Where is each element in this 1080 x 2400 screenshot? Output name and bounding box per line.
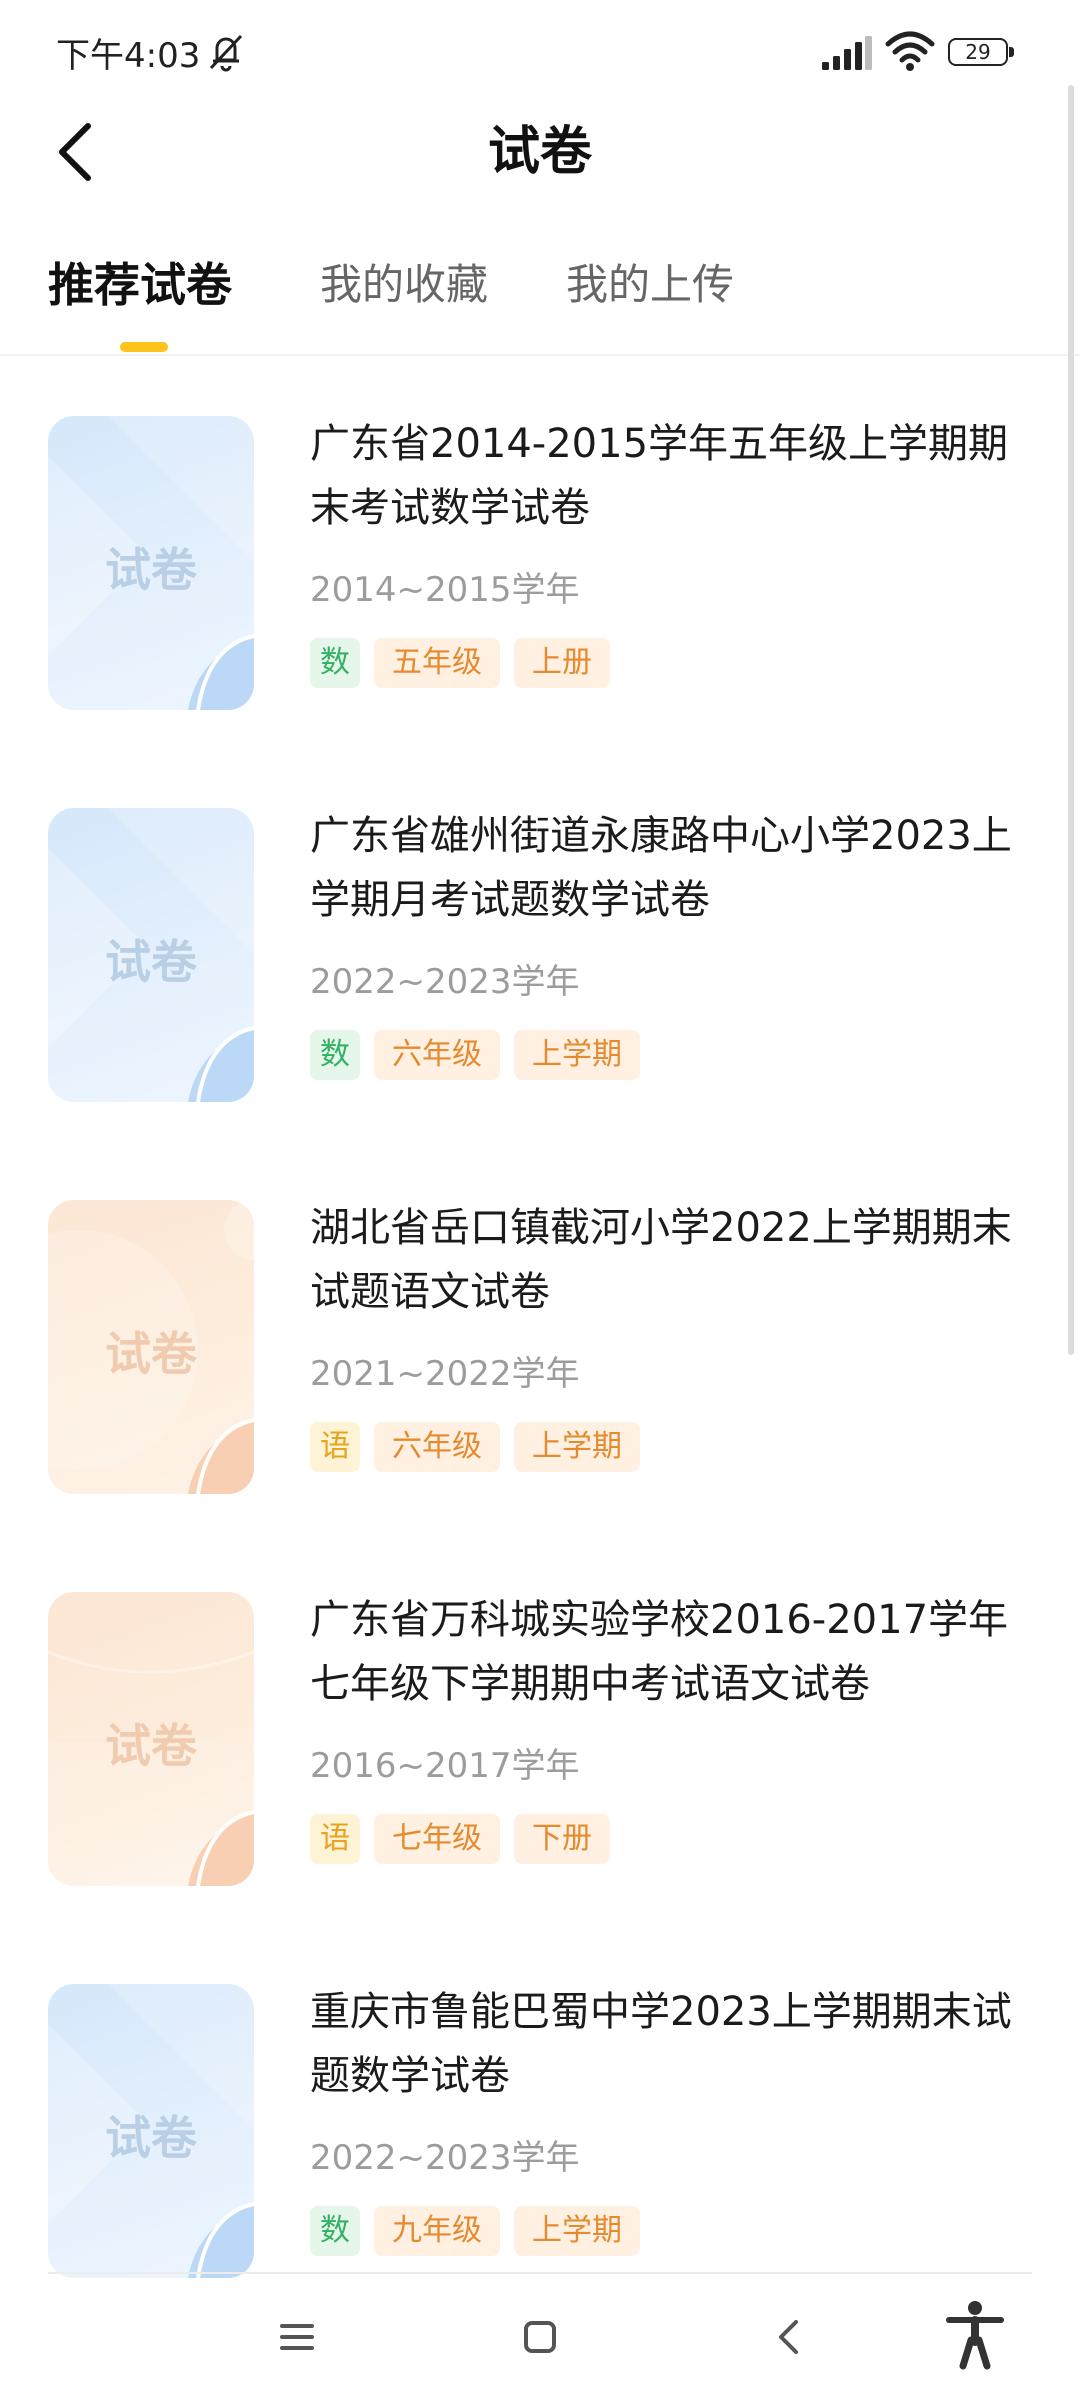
paper-title: 湖北省岳口镇截河小学2022上学期期末试题语文试卷 <box>310 1205 1012 1315</box>
signal-icon <box>822 36 872 70</box>
accessibility-icon <box>946 2301 1004 2370</box>
paper-title: 重庆市鲁能巴蜀中学2023上学期期末试题数学试卷 <box>310 1989 1012 2099</box>
chevron-back-icon <box>779 2320 798 2354</box>
term-tag: 上学期 <box>514 1030 640 1080</box>
scrollbar[interactable] <box>1068 85 1074 1355</box>
accessibility-button[interactable] <box>935 2294 1015 2374</box>
paper-year: 2014~2015学年 <box>310 570 580 610</box>
paper-item[interactable]: 试卷 广东省2014-2015学年五年级上学期期末考试数学试卷 2014~201… <box>0 356 1080 710</box>
grade-tag: 五年级 <box>374 638 500 688</box>
paper-thumbnail-label: 试卷 <box>105 2111 197 2165</box>
term-tag: 上学期 <box>514 1422 640 1472</box>
grade-tag: 七年级 <box>374 1814 500 1864</box>
term-tag: 下册 <box>514 1814 610 1864</box>
grade-tag: 九年级 <box>374 2206 500 2256</box>
status-time: 下午4:03 <box>56 36 201 76</box>
paper-tags: 数 六年级 上学期 <box>310 1030 640 1080</box>
nav-menu-button[interactable] <box>262 2302 332 2372</box>
battery-level: 29 <box>965 40 991 64</box>
paper-thumbnail-label: 试卷 <box>105 543 197 597</box>
paper-thumbnail: 试卷 <box>48 416 254 710</box>
tab-favorites[interactable]: 我的收藏 <box>320 250 488 320</box>
wifi-icon <box>885 31 935 71</box>
subject-tag: 数 <box>310 638 360 688</box>
paper-item[interactable]: 试卷 湖北省岳口镇截河小学2022上学期期末试题语文试卷 2021~2022学年… <box>0 1140 1080 1494</box>
paper-thumbnail: 试卷 <box>48 1984 254 2278</box>
paper-tags: 语 七年级 下册 <box>310 1814 610 1864</box>
subject-tag: 语 <box>310 1422 360 1472</box>
subject-tag: 数 <box>310 1030 360 1080</box>
grade-tag: 六年级 <box>374 1030 500 1080</box>
battery-indicator: 29 <box>948 38 1016 66</box>
paper-year: 2022~2023学年 <box>310 2138 580 2178</box>
square-home-icon <box>524 2321 556 2353</box>
page-title: 试卷 <box>487 122 592 182</box>
nav-back-button[interactable] <box>755 2302 825 2372</box>
tab-uploads[interactable]: 我的上传 <box>566 250 734 320</box>
paper-year: 2021~2022学年 <box>310 1354 580 1394</box>
paper-thumbnail: 试卷 <box>48 808 254 1102</box>
tab-indicator <box>120 342 168 352</box>
paper-item[interactable]: 试卷 广东省万科城实验学校2016-2017学年七年级下学期期中考试语文试卷 2… <box>0 1532 1080 1886</box>
paper-item[interactable]: 试卷 重庆市鲁能巴蜀中学2023上学期期末试题数学试卷 2022~2023学年 … <box>0 1924 1080 2278</box>
term-tag: 上学期 <box>514 2206 640 2256</box>
paper-title: 广东省万科城实验学校2016-2017学年七年级下学期期中考试语文试卷 <box>310 1597 1009 1707</box>
paper-title: 广东省2014-2015学年五年级上学期期末考试数学试卷 <box>310 421 1009 531</box>
status-bar: 下午4:03 29 <box>0 0 1080 100</box>
paper-item[interactable]: 试卷 广东省雄州街道永康路中心小学2023上学期月考试题数学试卷 2022~20… <box>0 748 1080 1102</box>
paper-thumbnail-label: 试卷 <box>105 1327 197 1381</box>
paper-tags: 数 五年级 上册 <box>310 638 610 688</box>
grade-tag: 六年级 <box>374 1422 500 1472</box>
paper-thumbnail: 试卷 <box>48 1200 254 1494</box>
paper-tags: 语 六年级 上学期 <box>310 1422 640 1472</box>
paper-year: 2016~2017学年 <box>310 1746 580 1786</box>
menu-icon <box>280 2324 314 2350</box>
paper-thumbnail-label: 试卷 <box>105 935 197 989</box>
subject-tag: 语 <box>310 1814 360 1864</box>
paper-thumbnail-label: 试卷 <box>105 1719 197 1773</box>
bottom-divider <box>48 2272 1032 2274</box>
tab-recommended[interactable]: 推荐试卷 <box>48 250 232 320</box>
nav-home-button[interactable] <box>505 2302 575 2372</box>
paper-year: 2022~2023学年 <box>310 962 580 1002</box>
subject-tag: 数 <box>310 2206 360 2256</box>
bell-off-icon <box>209 34 243 72</box>
paper-tags: 数 九年级 上学期 <box>310 2206 640 2256</box>
term-tag: 上册 <box>514 638 610 688</box>
paper-thumbnail: 试卷 <box>48 1592 254 1886</box>
paper-title: 广东省雄州街道永康路中心小学2023上学期月考试题数学试卷 <box>310 813 1012 923</box>
